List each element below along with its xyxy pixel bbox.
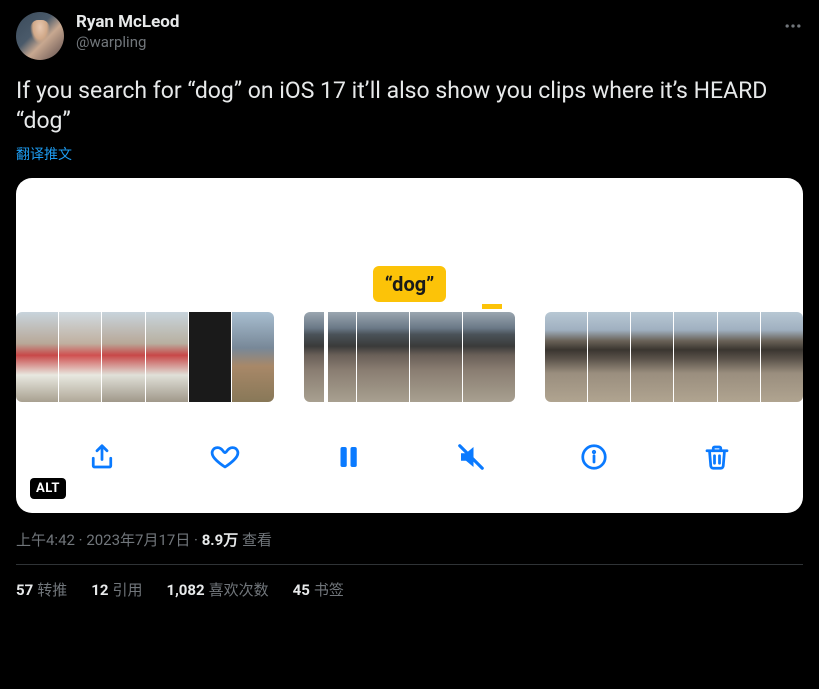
clip-group-3[interactable] (545, 312, 803, 402)
clip-frame (463, 312, 515, 402)
author-name-block[interactable]: Ryan McLeod @warpling (76, 12, 179, 52)
caption-marker (482, 304, 502, 309)
trash-icon[interactable] (700, 440, 734, 474)
clip-group-1[interactable] (16, 312, 274, 402)
caption-row: “dog” (16, 256, 803, 302)
bookmarks-stat[interactable]: 45书签 (293, 579, 344, 600)
media-attachment[interactable]: “dog” (16, 178, 803, 513)
clip-frame (545, 312, 587, 402)
views-count: 8.9万 (202, 531, 239, 549)
heart-icon[interactable] (208, 440, 242, 474)
post-date: 2023年7月17日 (86, 531, 190, 549)
clip-frame (59, 312, 101, 402)
clip-frame (146, 312, 188, 402)
clip-frame (718, 312, 760, 402)
mute-icon[interactable] (454, 440, 488, 474)
info-icon[interactable] (577, 440, 611, 474)
clip-frame (102, 312, 144, 402)
alt-badge[interactable]: ALT (30, 478, 66, 499)
tweet-text: If you search for “dog” on iOS 17 it’ll … (16, 76, 803, 136)
clip-frame (16, 312, 58, 402)
clip-frame (410, 312, 462, 402)
post-time: 上午4:42 (16, 531, 75, 549)
clip-frame (761, 312, 803, 402)
retweets-stat[interactable]: 57转推 (16, 579, 67, 600)
video-timeline[interactable] (16, 312, 803, 402)
caption-tick-row (16, 302, 803, 312)
clip-frame (304, 312, 356, 402)
translate-link[interactable]: 翻译推文 (16, 144, 803, 164)
tweet-header: Ryan McLeod @warpling (16, 12, 803, 60)
display-name: Ryan McLeod (76, 12, 179, 33)
clip-group-2[interactable] (304, 312, 514, 402)
clip-frame (232, 312, 274, 402)
likes-stat[interactable]: 1,082喜欢次数 (166, 579, 268, 600)
more-icon[interactable] (783, 16, 803, 40)
caption-bubble: “dog” (373, 266, 447, 302)
clip-frame (631, 312, 673, 402)
clip-frame (357, 312, 409, 402)
stats-row: 57转推 12引用 1,082喜欢次数 45书签 (16, 579, 803, 600)
tweet-container: Ryan McLeod @warpling If you search for … (0, 0, 819, 612)
pause-icon[interactable] (331, 440, 365, 474)
handle: @warpling (76, 33, 179, 52)
divider (16, 564, 803, 565)
tweet-meta[interactable]: 上午4:42 · 2023年7月17日 · 8.9万 查看 (16, 529, 803, 550)
views-label: 查看 (238, 531, 272, 549)
clip-frame (588, 312, 630, 402)
media-toolbar (16, 402, 803, 513)
clip-frame (674, 312, 716, 402)
quotes-stat[interactable]: 12引用 (91, 579, 142, 600)
clip-frame (189, 312, 231, 402)
share-icon[interactable] (85, 440, 119, 474)
avatar[interactable] (16, 12, 64, 60)
playhead[interactable] (324, 312, 328, 402)
media-top-space (16, 178, 803, 256)
